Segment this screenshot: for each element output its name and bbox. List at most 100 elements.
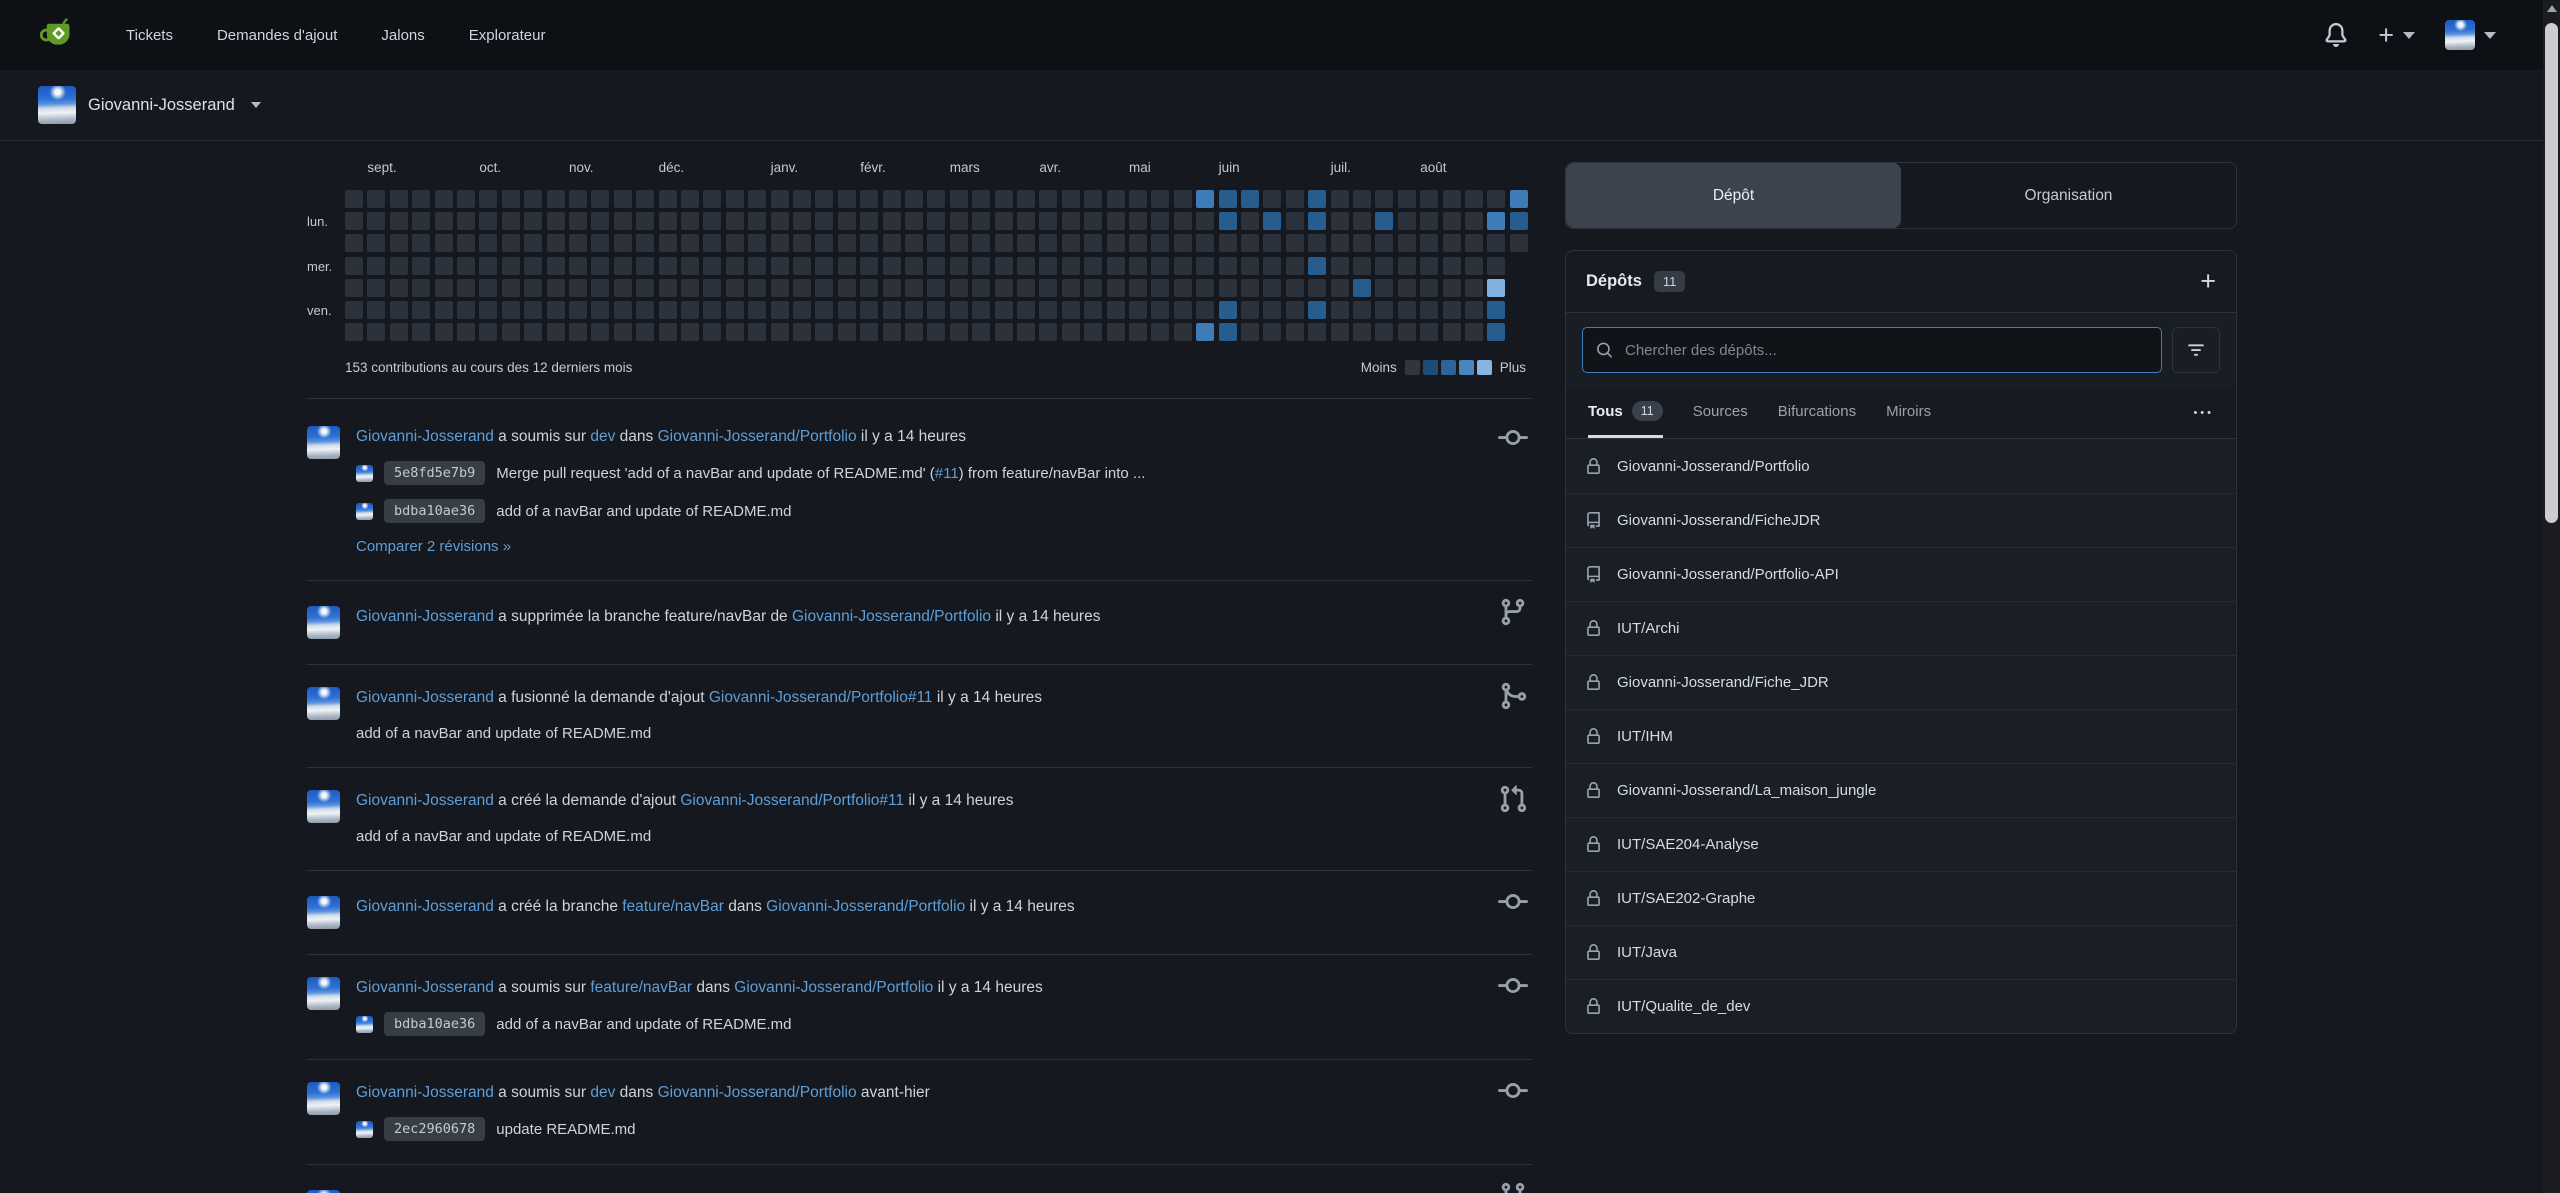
heatmap-cell [838, 301, 856, 319]
feed-link[interactable]: Giovanni-Josserand/Portfolio [734, 979, 933, 996]
lock-icon [1585, 998, 1602, 1015]
commit-sha-badge[interactable]: bdba10ae36 [384, 1012, 485, 1036]
heatmap-day-label: mer. [307, 259, 339, 274]
heatmap-cell [1331, 279, 1349, 297]
heatmap-day-label: lun. [307, 214, 339, 229]
search-repos-input[interactable] [1582, 327, 2162, 373]
heatmap-cell [1353, 257, 1371, 275]
user-avatar[interactable] [307, 977, 340, 1010]
heatmap-cell [1196, 279, 1214, 297]
compare-revisions-link[interactable]: Comparer 2 révisions » [356, 538, 511, 555]
feed-item: Giovanni-Josserand a supprimée la branch… [307, 581, 1532, 665]
feed-link[interactable]: Giovanni-Josserand/Portfolio#11 [709, 689, 933, 706]
scrollbar-up-button[interactable] [2543, 0, 2560, 17]
feed-link[interactable]: Giovanni-Josserand/Portfolio#11 [680, 792, 904, 809]
feed-text: avant-hier [857, 1084, 930, 1101]
user-avatar[interactable] [307, 687, 340, 720]
heatmap-cell [950, 212, 968, 230]
filter-tab-sources[interactable]: Sources [1693, 387, 1748, 438]
repo-row[interactable]: IUT/Qualite_de_dev [1566, 979, 2236, 1033]
heatmap-cell [502, 190, 520, 208]
repo-row[interactable]: Giovanni-Josserand/La_maison_jungle [1566, 763, 2236, 817]
gitea-logo-icon[interactable] [40, 17, 76, 53]
heatmap-cell [1420, 301, 1438, 319]
chevron-down-icon[interactable] [251, 102, 261, 108]
commit-sha-badge[interactable]: 2ec2960678 [384, 1117, 485, 1141]
feed-link[interactable]: Giovanni-Josserand [356, 1084, 494, 1101]
feed-link[interactable]: Giovanni-Josserand/Portfolio [792, 608, 991, 625]
heatmap-cell [1353, 279, 1371, 297]
repo-row[interactable]: IUT/SAE204-Analyse [1566, 817, 2236, 871]
feed-link[interactable]: dev [590, 428, 615, 445]
sidebar-tab-dépôt[interactable]: Dépôt [1566, 163, 1901, 228]
more-filters-icon[interactable]: ••• [2193, 407, 2214, 419]
repo-row[interactable]: Giovanni-Josserand/Portfolio-API [1566, 547, 2236, 601]
feed-link[interactable]: Giovanni-Josserand/Portfolio [766, 898, 965, 915]
feed-link[interactable]: dev [590, 1084, 615, 1101]
heatmap-cell [1017, 279, 1035, 297]
user-avatar[interactable] [307, 1082, 340, 1115]
repos-header: Dépôts 11 + [1566, 251, 2236, 313]
repo-name: IUT/Qualite_de_dev [1617, 998, 1750, 1015]
feed-link[interactable]: feature/navBar [590, 979, 692, 996]
heatmap-cell [569, 301, 587, 319]
heatmap-cell [726, 190, 744, 208]
heatmap-cell [569, 257, 587, 275]
nav-item-jalons[interactable]: Jalons [381, 27, 424, 44]
feed-link[interactable]: Giovanni-Josserand [356, 428, 494, 445]
user-avatar[interactable] [307, 790, 340, 823]
repo-row[interactable]: IUT/SAE202-Graphe [1566, 871, 2236, 925]
scrollbar[interactable] [2543, 0, 2560, 1193]
heatmap-cell [1039, 190, 1057, 208]
scrollbar-thumb[interactable] [2545, 23, 2558, 523]
repo-row[interactable]: IUT/IHM [1566, 709, 2236, 763]
heatmap-cell [1196, 301, 1214, 319]
sidebar-tab-organisation[interactable]: Organisation [1901, 163, 2236, 228]
heatmap-cell [1263, 234, 1281, 252]
commit-row: bdba10ae36add of a navBar and update of … [356, 1011, 1462, 1037]
feed-text: a fusionné la demande d'ajout [494, 689, 709, 706]
nav-item-tickets[interactable]: Tickets [126, 27, 173, 44]
heatmap-cell [1487, 234, 1505, 252]
feed-item-title: Giovanni-Josserand a créé la branche fea… [356, 896, 1462, 918]
repo-row[interactable]: IUT/Archi [1566, 601, 2236, 655]
feed-link[interactable]: Giovanni-Josserand [356, 608, 494, 625]
repo-row[interactable]: Giovanni-Josserand/Fiche_JDR [1566, 655, 2236, 709]
user-avatar[interactable] [307, 896, 340, 929]
create-new-menu[interactable]: + [2378, 22, 2415, 49]
heatmap-cell [367, 190, 385, 208]
filter-button[interactable] [2172, 327, 2220, 373]
notifications-bell-icon[interactable] [2324, 23, 2348, 47]
heatmap-cell [547, 279, 565, 297]
add-repo-button[interactable]: + [2200, 268, 2216, 295]
profile-switcher[interactable]: Giovanni-Josserand [88, 96, 235, 115]
nav-item-demandes-d-ajout[interactable]: Demandes d'ajout [217, 27, 337, 44]
heatmap-cell [1062, 301, 1080, 319]
heatmap-cell [972, 212, 990, 230]
heatmap-cell [1353, 323, 1371, 341]
filter-tab-tous[interactable]: Tous11 [1588, 387, 1663, 438]
feed-item-title: Giovanni-Josserand a soumis sur dev dans… [356, 1082, 1462, 1104]
feed-link[interactable]: Giovanni-Josserand/Portfolio [658, 1084, 857, 1101]
feed-link[interactable]: Giovanni-Josserand [356, 898, 494, 915]
user-avatar[interactable] [307, 606, 340, 639]
feed-link[interactable]: feature/navBar [622, 898, 724, 915]
nav-item-explorateur[interactable]: Explorateur [469, 27, 546, 44]
feed-link[interactable]: Giovanni-Josserand [356, 689, 494, 706]
heatmap-cell [1017, 190, 1035, 208]
repo-row[interactable]: IUT/Java [1566, 925, 2236, 979]
filter-tab-miroirs[interactable]: Miroirs [1886, 387, 1931, 438]
commit-sha-badge[interactable]: 5e8fd5e7b9 [384, 461, 485, 485]
heatmap-cell [1398, 301, 1416, 319]
heatmap-cell [1129, 323, 1147, 341]
feed-link[interactable]: Giovanni-Josserand [356, 979, 494, 996]
commit-sha-badge[interactable]: bdba10ae36 [384, 499, 485, 523]
repo-row[interactable]: Giovanni-Josserand/FicheJDR [1566, 493, 2236, 547]
filter-tab-bifurcations[interactable]: Bifurcations [1778, 387, 1856, 438]
feed-link[interactable]: #11 [935, 465, 959, 482]
feed-link[interactable]: Giovanni-Josserand/Portfolio [658, 428, 857, 445]
user-avatar[interactable] [307, 426, 340, 459]
user-menu[interactable] [2445, 20, 2496, 50]
feed-link[interactable]: Giovanni-Josserand [356, 792, 494, 809]
repo-row[interactable]: Giovanni-Josserand/Portfolio [1566, 439, 2236, 493]
